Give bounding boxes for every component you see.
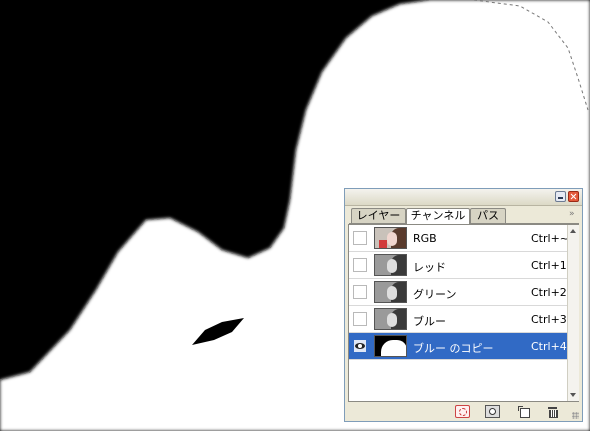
panel-menu-icon[interactable]: » xyxy=(569,209,574,219)
tab-layers[interactable]: レイヤー xyxy=(351,208,406,223)
channel-row-blue[interactable]: ブルー Ctrl+3 xyxy=(349,306,567,333)
visibility-toggle[interactable] xyxy=(353,312,367,326)
eye-icon xyxy=(355,343,365,349)
channel-row-red[interactable]: レッド Ctrl+1 xyxy=(349,252,567,279)
new-channel-button[interactable] xyxy=(517,405,532,418)
panel-footer xyxy=(345,402,582,421)
channel-thumbnail xyxy=(374,254,407,276)
load-selection-button[interactable] xyxy=(455,405,470,418)
tab-paths[interactable]: パス xyxy=(470,208,506,223)
channel-thumbnail xyxy=(374,281,407,303)
channel-shortcut: Ctrl+3 xyxy=(531,313,567,326)
visibility-toggle[interactable] xyxy=(353,339,367,353)
channel-thumbnail xyxy=(374,335,407,357)
visibility-toggle[interactable] xyxy=(353,285,367,299)
channel-shortcut: Ctrl+4 xyxy=(531,340,567,353)
save-selection-button[interactable] xyxy=(485,405,500,418)
panel-tabs: レイヤー チャンネル パス xyxy=(349,208,579,224)
channel-row-green[interactable]: グリーン Ctrl+2 xyxy=(349,279,567,306)
channel-row-blue-copy[interactable]: ブルー のコピー Ctrl+4 xyxy=(349,333,567,360)
channel-thumbnail xyxy=(374,308,407,330)
scroll-up-icon[interactable] xyxy=(570,229,576,233)
close-icon[interactable] xyxy=(568,191,579,202)
channel-shortcut: Ctrl+~ xyxy=(531,232,570,245)
channel-shortcut: Ctrl+1 xyxy=(531,259,567,272)
channel-shortcut: Ctrl+2 xyxy=(531,286,567,299)
channels-panel: レイヤー チャンネル パス » RGB Ctrl+~ レッド Ctrl+1 グリ… xyxy=(344,188,583,422)
channel-list: RGB Ctrl+~ レッド Ctrl+1 グリーン Ctrl+2 ブルー Ct… xyxy=(348,224,579,402)
channel-name: レッド xyxy=(413,261,446,274)
channel-row-rgb[interactable]: RGB Ctrl+~ xyxy=(349,225,570,252)
visibility-toggle[interactable] xyxy=(353,258,367,272)
resize-grip-icon[interactable] xyxy=(572,412,579,419)
scroll-down-icon[interactable] xyxy=(570,393,576,397)
panel-titlebar[interactable] xyxy=(345,189,582,206)
channel-thumbnail xyxy=(374,227,407,249)
trash-icon[interactable] xyxy=(545,405,560,418)
channel-name: ブルー xyxy=(413,315,446,328)
visibility-toggle[interactable] xyxy=(353,231,367,245)
channel-name: グリーン xyxy=(413,288,457,301)
minimize-icon[interactable] xyxy=(555,191,566,202)
channel-name: RGB xyxy=(413,232,437,245)
channel-list-scrollbar[interactable] xyxy=(567,225,579,401)
channel-name: ブルー のコピー xyxy=(413,342,494,355)
tab-channels[interactable]: チャンネル xyxy=(406,208,470,224)
